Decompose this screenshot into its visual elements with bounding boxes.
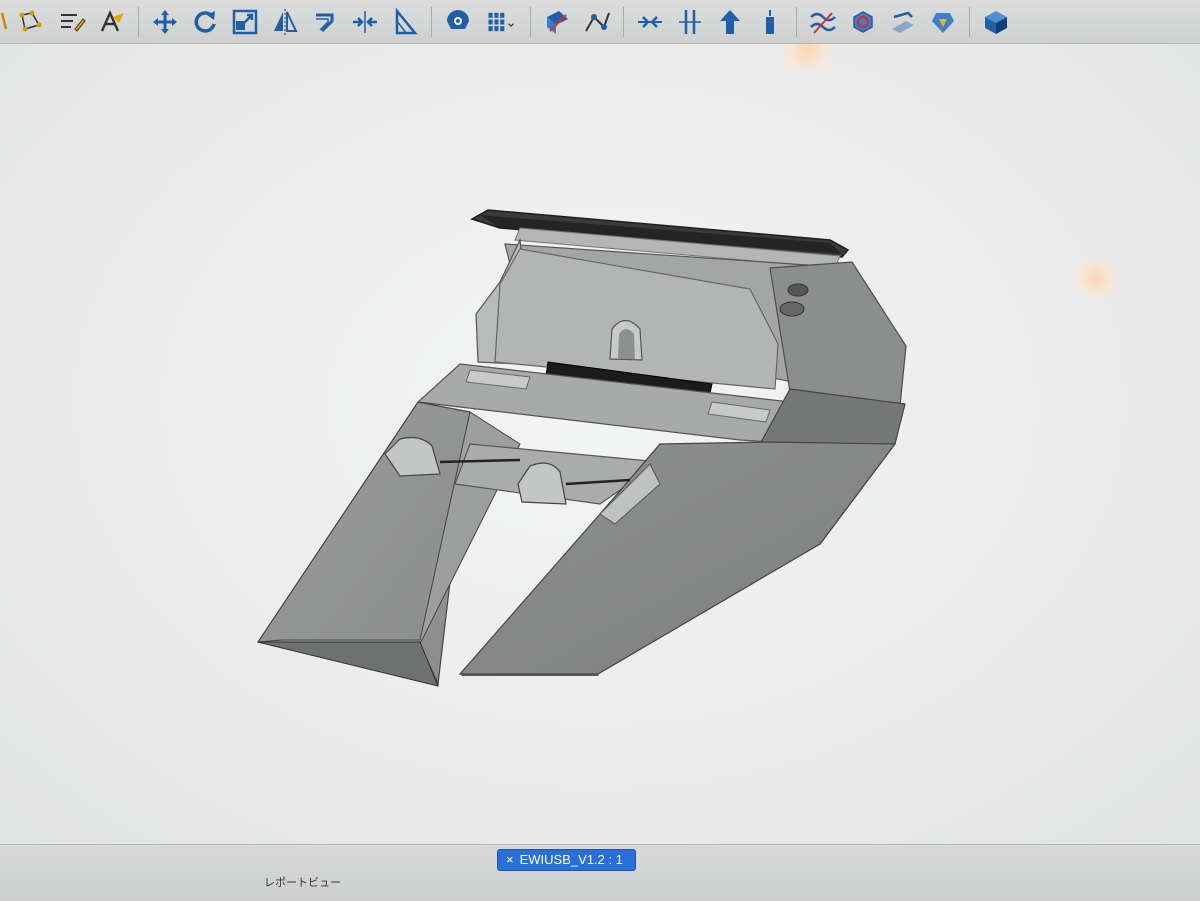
mirror-icon[interactable] (265, 2, 305, 42)
document-tab[interactable]: × EWIUSB_V1.2 : 1 (497, 849, 636, 871)
horizontal-constraint-icon[interactable] (630, 2, 670, 42)
move-icon[interactable] (145, 2, 185, 42)
sketch-points-icon[interactable] (12, 2, 52, 42)
toolbar-separator (969, 6, 970, 37)
solid-box-icon[interactable] (976, 2, 1016, 42)
toolbar (0, 0, 1200, 44)
toolbar-separator (530, 6, 531, 37)
offset-icon[interactable] (305, 2, 345, 42)
shell-icon[interactable] (923, 2, 963, 42)
text-edit-icon[interactable] (52, 2, 92, 42)
bottom-bar: × EWIUSB_V1.2 : 1 レポートビュー (0, 844, 1200, 901)
move-split-icon[interactable] (345, 2, 385, 42)
vertical-constraint-icon[interactable] (670, 2, 710, 42)
dimension-icon[interactable] (750, 2, 790, 42)
angle-icon[interactable] (385, 2, 425, 42)
inspect-icon[interactable] (438, 2, 478, 42)
grid-pattern-icon[interactable] (478, 2, 524, 42)
cad-model[interactable] (0, 44, 1200, 844)
scale-icon[interactable] (225, 2, 265, 42)
project-icon[interactable] (577, 2, 617, 42)
toolbar-group-modify (145, 0, 425, 44)
sketch-line-icon[interactable] (0, 2, 12, 42)
arrow-up-icon[interactable] (710, 2, 750, 42)
model-hole-bottom (779, 301, 805, 317)
toolbar-group-surface (803, 0, 963, 44)
screen-glare (1066, 262, 1126, 294)
rotate-icon[interactable] (185, 2, 225, 42)
report-view-label[interactable]: レポートビュー (264, 874, 341, 890)
toolbar-group-inspect (438, 0, 524, 44)
extrude-cut-icon[interactable] (537, 2, 577, 42)
pull-face-icon[interactable] (883, 2, 923, 42)
toolbar-separator (431, 6, 432, 37)
document-tab-label: EWIUSB_V1.2 : 1 (519, 852, 623, 867)
toolbar-separator (138, 6, 139, 37)
model-hole-top (787, 283, 809, 297)
toolbar-group-create (537, 0, 617, 44)
toolbar-separator (796, 6, 797, 37)
text-style-icon[interactable] (92, 2, 132, 42)
close-icon[interactable]: × (506, 849, 514, 871)
render-icon[interactable] (843, 2, 883, 42)
3d-viewport[interactable] (0, 44, 1200, 844)
model-right-block (769, 261, 907, 407)
toolbar-group-constraints (630, 0, 790, 44)
toolbar-separator (623, 6, 624, 37)
surface-wave-icon[interactable] (803, 2, 843, 42)
toolbar-group-sketch (0, 0, 132, 44)
toolbar-group-solid (976, 0, 1016, 44)
